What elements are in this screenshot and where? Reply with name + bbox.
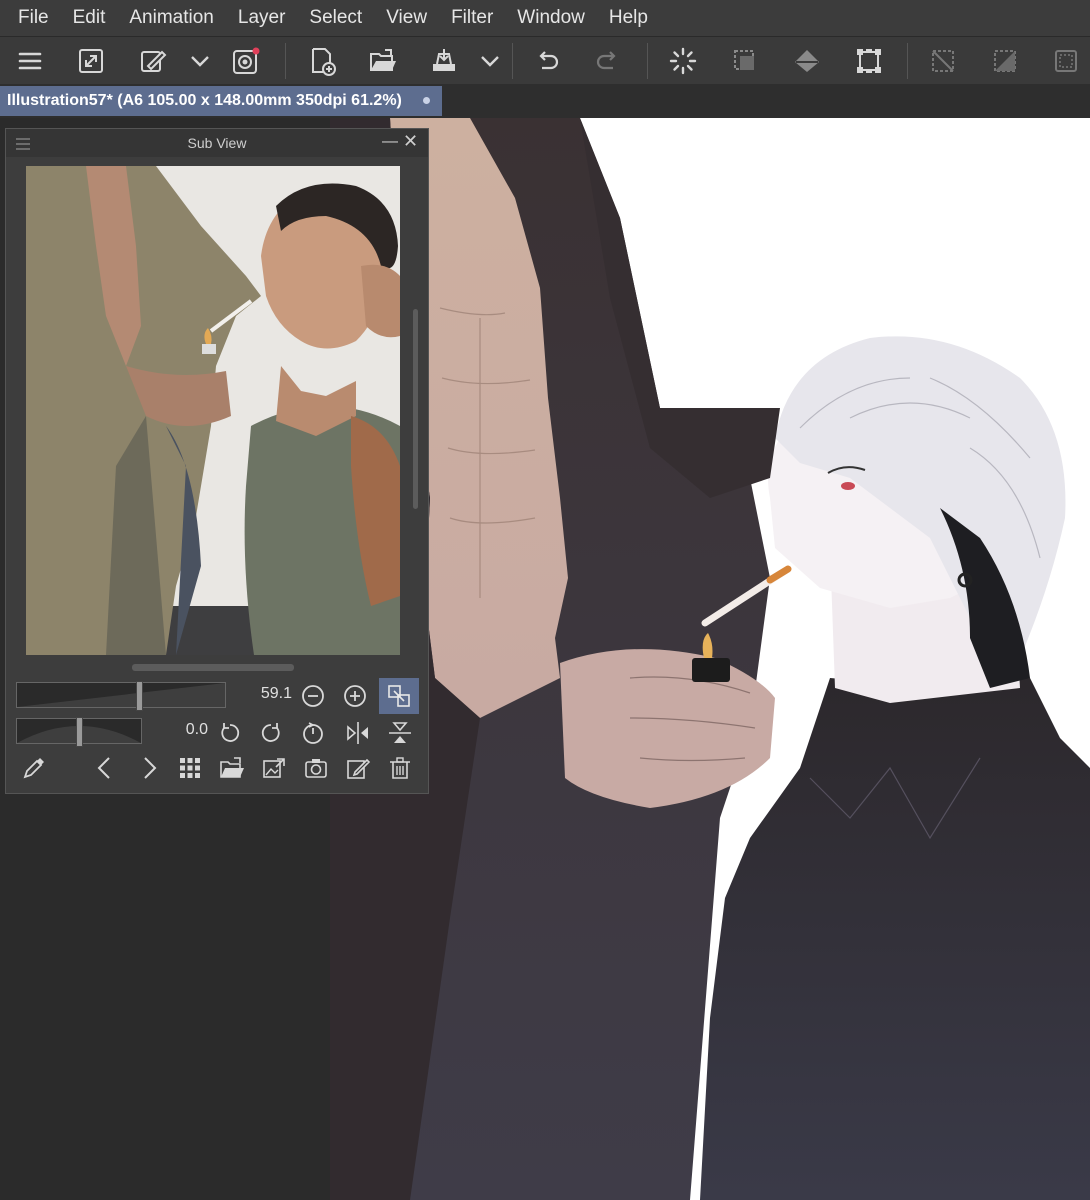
flip-vertical-icon[interactable] (385, 718, 415, 748)
illustration-artwork (330, 118, 1090, 1200)
drawing-canvas[interactable] (330, 118, 1090, 1200)
menu-file[interactable]: File (0, 7, 61, 29)
edit-image-icon[interactable] (343, 753, 373, 783)
flip-horizontal-icon[interactable] (343, 718, 373, 748)
transform-icon[interactable] (851, 43, 887, 79)
loading-icon[interactable] (665, 43, 701, 79)
toolbar-divider (512, 43, 513, 79)
horizontal-scrollbar[interactable] (132, 664, 294, 671)
vertical-scrollbar[interactable] (413, 309, 418, 509)
hamburger-menu-icon[interactable] (12, 43, 48, 79)
reset-rotation-icon[interactable] (298, 718, 328, 748)
menu-help[interactable]: Help (597, 7, 660, 29)
zoom-slider-knob[interactable] (136, 681, 143, 711)
fill-icon[interactable] (789, 43, 825, 79)
toolbar-divider (907, 43, 908, 79)
close-icon[interactable]: ✕ (403, 131, 418, 152)
next-image-icon[interactable] (134, 753, 164, 783)
menu-animation[interactable]: Animation (117, 7, 226, 29)
zoom-value: 59.1 (260, 685, 292, 702)
menu-select[interactable]: Select (297, 7, 374, 29)
toolbar-divider (285, 43, 286, 79)
open-image-icon[interactable] (259, 753, 289, 783)
document-tab-bar: Illustration57* (A6 105.00 x 148.00mm 35… (0, 84, 1090, 118)
new-file-icon[interactable] (304, 43, 340, 79)
menu-view[interactable]: View (374, 7, 439, 29)
menu-bar: File Edit Animation Layer Select View Fi… (0, 0, 1090, 36)
rotate-left-icon[interactable] (215, 718, 245, 748)
fit-screen-icon[interactable] (73, 43, 109, 79)
command-bar (0, 36, 1090, 85)
select-all-icon[interactable] (727, 43, 763, 79)
zoom-out-icon[interactable] (298, 681, 328, 711)
previous-image-icon[interactable] (90, 753, 120, 783)
selection-border-icon[interactable] (1048, 43, 1084, 79)
menu-window[interactable]: Window (505, 7, 597, 29)
rotation-value: 0.0 (185, 721, 208, 738)
chevron-down-icon[interactable] (472, 43, 508, 79)
grid-view-icon[interactable] (175, 753, 205, 783)
trash-icon[interactable] (385, 753, 415, 783)
fit-to-window-icon[interactable] (379, 678, 419, 714)
import-image-icon[interactable] (217, 753, 247, 783)
zoom-slider[interactable] (16, 681, 226, 711)
undo-icon[interactable] (529, 43, 565, 79)
sub-view-header[interactable]: Sub View — ✕ (6, 129, 428, 157)
eyedropper-icon[interactable] (19, 753, 49, 783)
minimize-icon[interactable]: — (382, 133, 398, 151)
menu-edit[interactable]: Edit (61, 7, 118, 29)
rotation-slider[interactable] (16, 717, 142, 747)
reference-image[interactable] (26, 166, 400, 655)
document-tab-title: Illustration57* (A6 105.00 x 148.00mm 35… (7, 92, 402, 109)
zoom-ramp (17, 683, 225, 707)
chevron-down-icon[interactable] (182, 43, 218, 79)
brush-settings-icon[interactable] (135, 43, 171, 79)
unsaved-indicator (423, 97, 430, 104)
redo-icon[interactable] (590, 43, 626, 79)
toolbar-divider (647, 43, 648, 79)
rotate-right-icon[interactable] (256, 718, 286, 748)
sub-view-panel: Sub View — ✕ 59.1 0.0 (5, 128, 429, 794)
companion-icon[interactable] (228, 43, 264, 79)
reference-photo (26, 166, 400, 655)
save-icon[interactable] (426, 43, 462, 79)
menu-layer[interactable]: Layer (226, 7, 298, 29)
rotation-slider-knob[interactable] (76, 717, 83, 747)
deselect-icon[interactable] (925, 43, 961, 79)
menu-filter[interactable]: Filter (439, 7, 505, 29)
open-folder-icon[interactable] (365, 43, 401, 79)
capture-canvas-icon[interactable] (301, 753, 331, 783)
sub-view-title: Sub View (187, 135, 247, 151)
invert-selection-icon[interactable] (987, 43, 1023, 79)
zoom-in-icon[interactable] (340, 681, 370, 711)
document-tab[interactable]: Illustration57* (A6 105.00 x 148.00mm 35… (0, 86, 442, 116)
